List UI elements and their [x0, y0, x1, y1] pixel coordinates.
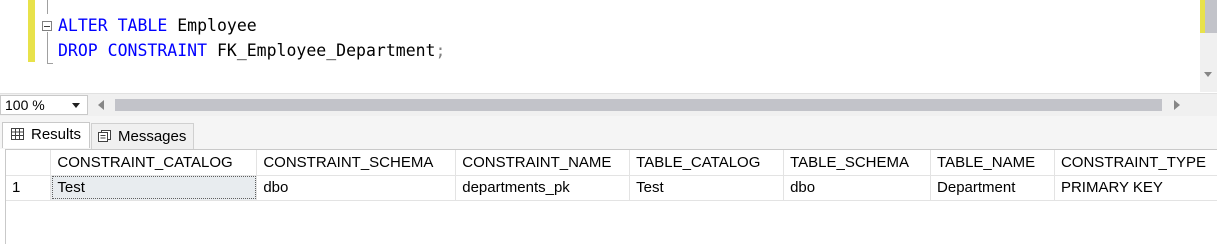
- results-grid[interactable]: CONSTRAINT_CATALOG CONSTRAINT_SCHEMA CON…: [5, 149, 1217, 244]
- column-header[interactable]: TABLE_CATALOG: [629, 150, 785, 176]
- tab-messages-label: Messages: [118, 128, 187, 145]
- zoom-value: 100 %: [5, 97, 45, 113]
- gutter-guide: [47, 0, 48, 14]
- tab-results-label: Results: [31, 126, 82, 143]
- scroll-down-icon[interactable]: [1204, 72, 1212, 77]
- table-cell[interactable]: dbo: [256, 175, 457, 201]
- column-header-rownum[interactable]: [6, 150, 52, 176]
- sql-keyword: DROP CONSTRAINT: [58, 41, 208, 60]
- zoom-scroll-bar: 100 %: [0, 93, 1217, 116]
- collapse-icon[interactable]: [42, 21, 52, 31]
- scroll-left-icon[interactable]: [98, 100, 104, 110]
- fold-guide: [47, 32, 48, 64]
- tab-messages[interactable]: Messages: [91, 123, 194, 149]
- sql-keyword: ALTER TABLE: [58, 16, 168, 35]
- chevron-down-icon[interactable]: [72, 103, 80, 108]
- table-row[interactable]: 1 Test dbo departments_pk Test dbo Depar…: [6, 175, 1217, 201]
- table-cell[interactable]: departments_pk: [455, 175, 631, 201]
- table-cell[interactable]: PRIMARY KEY: [1054, 175, 1217, 201]
- fold-guide-end: [47, 63, 53, 64]
- column-header[interactable]: CONSTRAINT_TYPE: [1054, 150, 1217, 176]
- change-marker-overview: [1200, 0, 1205, 33]
- code-line-2[interactable]: DROP CONSTRAINT FK_Employee_Department;: [58, 41, 445, 61]
- column-header[interactable]: CONSTRAINT_NAME: [455, 150, 631, 176]
- query-editor[interactable]: ALTER TABLE Employee DROP CONSTRAINT FK_…: [0, 0, 1217, 92]
- header-row: CONSTRAINT_CATALOG CONSTRAINT_SCHEMA CON…: [6, 150, 1217, 176]
- scroll-right-icon[interactable]: [1174, 100, 1180, 110]
- table-cell[interactable]: dbo: [783, 175, 932, 201]
- sql-identifier: Employee: [167, 16, 257, 35]
- grid-results-icon: [11, 128, 24, 140]
- code-line-1[interactable]: ALTER TABLE Employee: [58, 16, 257, 36]
- row-number[interactable]: 1: [6, 175, 52, 201]
- table-cell[interactable]: Test: [50, 175, 258, 201]
- editor-vertical-scrollbar[interactable]: [1200, 0, 1217, 92]
- tab-results[interactable]: Results: [2, 122, 90, 148]
- change-marker: [28, 0, 35, 62]
- results-tabs: Results Messages: [0, 116, 1217, 149]
- column-header[interactable]: CONSTRAINT_CATALOG: [50, 150, 258, 176]
- horizontal-scroll-thumb[interactable]: [115, 99, 1162, 111]
- table-cell[interactable]: Test: [629, 175, 785, 201]
- sql-identifier: FK_Employee_Department: [207, 41, 436, 60]
- results-table: CONSTRAINT_CATALOG CONSTRAINT_SCHEMA CON…: [6, 150, 1217, 201]
- column-header[interactable]: CONSTRAINT_SCHEMA: [256, 150, 457, 176]
- column-header[interactable]: TABLE_SCHEMA: [783, 150, 932, 176]
- zoom-dropdown[interactable]: 100 %: [0, 95, 88, 115]
- table-cell[interactable]: Department: [930, 175, 1055, 201]
- sql-terminator: ;: [435, 41, 446, 60]
- column-header[interactable]: TABLE_NAME: [930, 150, 1055, 176]
- messages-icon: [98, 130, 111, 142]
